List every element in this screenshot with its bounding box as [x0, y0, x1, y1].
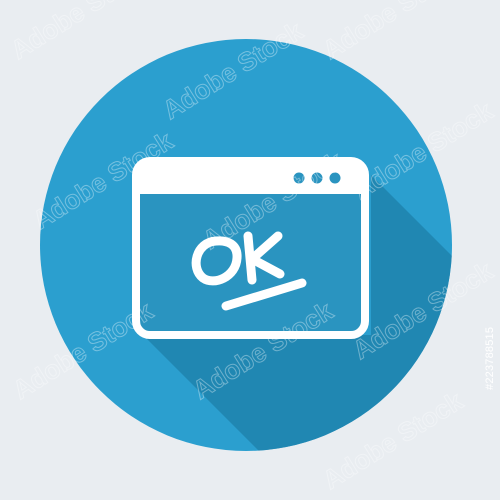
svg-text:Adobe Stock: Adobe Stock	[5, 0, 156, 65]
icon-canvas: Adobe Stock Adobe Stock Adobe Stock Adob…	[0, 0, 500, 500]
ok-window-icon: Adobe Stock Adobe Stock Adobe Stock Adob…	[5, 0, 499, 496]
stock-id-label: #223788515	[484, 326, 496, 390]
svg-text:Adobe Stock: Adobe Stock	[317, 0, 468, 65]
